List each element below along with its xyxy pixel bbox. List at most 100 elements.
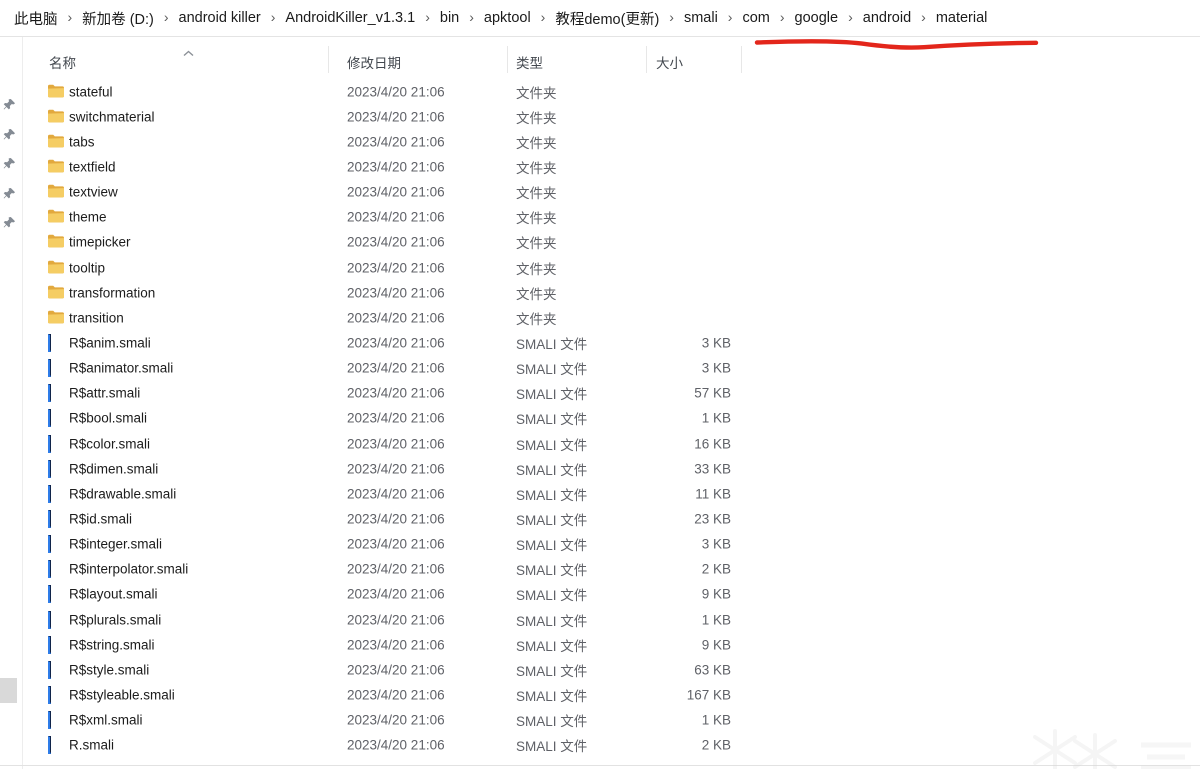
breadcrumb-chevron-icon: › <box>270 9 276 25</box>
smali-file-icon: IJ <box>48 535 64 554</box>
smali-file-icon: IJ <box>48 459 64 478</box>
file-row[interactable]: IJ R$dimen.smali 2023/4/20 21:06 SMALI 文… <box>23 456 783 481</box>
file-name: textview <box>69 184 118 200</box>
file-row[interactable]: IJ R$interpolator.smali 2023/4/20 21:06 … <box>23 557 783 582</box>
file-type: SMALI 文件 <box>516 563 588 579</box>
file-row[interactable]: IJ R$id.smali 2023/4/20 21:06 SMALI 文件 2… <box>23 506 783 531</box>
intellij-file-icon: IJ <box>48 610 62 629</box>
breadcrumb-item[interactable]: bin <box>436 7 463 29</box>
breadcrumb-item[interactable]: material <box>932 7 992 29</box>
file-row[interactable]: tabs 2023/4/20 21:06 文件夹 <box>23 129 783 154</box>
file-row[interactable]: IJ R$attr.smali 2023/4/20 21:06 SMALI 文件… <box>23 381 783 406</box>
file-name: R$dimen.smali <box>69 461 159 477</box>
folder-icon <box>48 209 64 225</box>
file-row[interactable]: transformation 2023/4/20 21:06 文件夹 <box>23 280 783 305</box>
file-row[interactable]: IJ R$plurals.smali 2023/4/20 21:06 SMALI… <box>23 607 783 632</box>
breadcrumb-item[interactable]: AndroidKiller_v1.3.1 <box>281 7 419 29</box>
file-row[interactable]: tooltip 2023/4/20 21:06 文件夹 <box>23 255 783 280</box>
file-name: transition <box>69 310 124 326</box>
column-header-name[interactable]: 名称 <box>49 52 76 72</box>
file-date-modified: 2023/4/20 21:06 <box>347 687 445 703</box>
file-type: SMALI 文件 <box>516 538 588 554</box>
breadcrumb-item[interactable]: 此电脑 <box>10 5 62 32</box>
column-header-size[interactable]: 大小 <box>656 52 683 72</box>
smali-file-icon: IJ <box>48 384 64 403</box>
column-header-modified[interactable]: 修改日期 <box>347 52 401 72</box>
file-row[interactable]: textview 2023/4/20 21:06 文件夹 <box>23 180 783 205</box>
breadcrumb-item[interactable]: google <box>791 7 843 29</box>
smali-file-icon: IJ <box>48 484 64 503</box>
column-divider[interactable] <box>328 46 329 73</box>
breadcrumb: 此电脑 › 新加卷 (D:) › android killer › AndroidKille… <box>0 0 1200 37</box>
file-row[interactable]: IJ R$styleable.smali 2023/4/20 21:06 SMA… <box>23 682 783 707</box>
file-row[interactable]: theme 2023/4/20 21:06 文件夹 <box>23 205 783 230</box>
smali-file-icon: IJ <box>48 660 64 679</box>
file-row[interactable]: IJ R$bool.smali 2023/4/20 21:06 SMALI 文件… <box>23 406 783 431</box>
folder-icon <box>48 310 64 326</box>
file-explorer-window: 此电脑 › 新加卷 (D:) › android killer › AndroidKille… <box>0 0 1200 769</box>
file-row[interactable]: IJ R$xml.smali 2023/4/20 21:06 SMALI 文件 … <box>23 708 783 733</box>
breadcrumb-item[interactable]: android <box>859 7 915 29</box>
file-row[interactable]: IJ R$layout.smali 2023/4/20 21:06 SMALI … <box>23 582 783 607</box>
file-row[interactable]: stateful 2023/4/20 21:06 文件夹 <box>23 79 783 104</box>
breadcrumb-chevron-icon: › <box>848 9 853 25</box>
file-type: SMALI 文件 <box>516 688 588 704</box>
breadcrumb-item[interactable]: smali <box>680 7 722 29</box>
breadcrumb-chevron-icon: › <box>469 9 474 25</box>
file-size: 3 KB <box>701 360 731 376</box>
file-name: R$attr.smali <box>69 385 141 401</box>
file-name: R$integer.smali <box>69 536 163 552</box>
file-size: 167 KB <box>686 687 731 703</box>
column-divider[interactable] <box>741 46 742 73</box>
pushpin-icon[interactable] <box>3 128 17 142</box>
breadcrumb-item[interactable]: 教程demo(更新) <box>551 5 663 32</box>
pushpin-icon[interactable] <box>3 216 17 230</box>
file-row[interactable]: IJ R$color.smali 2023/4/20 21:06 SMALI 文… <box>23 431 783 456</box>
folder-icon <box>48 84 64 100</box>
breadcrumb-item[interactable]: apktool <box>480 7 535 29</box>
pushpin-icon[interactable] <box>3 98 17 112</box>
pushpin-icon[interactable] <box>3 187 17 201</box>
smali-file-icon: IJ <box>48 711 64 730</box>
file-row[interactable]: IJ R$drawable.smali 2023/4/20 21:06 SMAL… <box>23 481 783 506</box>
breadcrumb-item[interactable]: 新加卷 (D:) <box>78 5 158 32</box>
intellij-file-icon: IJ <box>48 333 62 352</box>
file-type: SMALI 文件 <box>516 613 588 629</box>
column-divider[interactable] <box>507 46 508 73</box>
smali-file-icon: IJ <box>48 610 64 629</box>
file-date-modified: 2023/4/20 21:06 <box>347 385 445 401</box>
intellij-file-icon: IJ <box>48 359 62 378</box>
pushpin-icon[interactable] <box>3 157 17 171</box>
file-row[interactable]: transition 2023/4/20 21:06 文件夹 <box>23 305 783 330</box>
file-name: transformation <box>69 285 156 301</box>
smali-file-icon: IJ <box>48 736 64 755</box>
chevron-up-icon[interactable] <box>183 45 194 60</box>
folder-icon <box>48 234 64 250</box>
file-date-modified: 2023/4/20 21:06 <box>347 234 445 250</box>
file-row[interactable]: timepicker 2023/4/20 21:06 文件夹 <box>23 230 783 255</box>
file-date-modified: 2023/4/20 21:06 <box>347 84 445 100</box>
file-size: 23 KB <box>694 511 731 527</box>
file-row[interactable]: IJ R$animator.smali 2023/4/20 21:06 SMAL… <box>23 356 783 381</box>
column-divider[interactable] <box>646 46 647 73</box>
file-row[interactable]: IJ R$style.smali 2023/4/20 21:06 SMALI 文… <box>23 657 783 682</box>
file-type: SMALI 文件 <box>516 412 588 428</box>
file-type: SMALI 文件 <box>516 638 588 654</box>
file-row[interactable]: IJ R$integer.smali 2023/4/20 21:06 SMALI… <box>23 532 783 557</box>
column-header-type[interactable]: 类型 <box>516 52 543 72</box>
file-name: R$id.smali <box>69 511 133 527</box>
file-date-modified: 2023/4/20 21:06 <box>347 184 445 200</box>
file-row[interactable]: switchmaterial 2023/4/20 21:06 文件夹 <box>23 104 783 129</box>
file-row[interactable]: IJ R$string.smali 2023/4/20 21:06 SMALI … <box>23 632 783 657</box>
breadcrumb-item[interactable]: com <box>738 7 773 29</box>
file-type: SMALI 文件 <box>516 588 588 604</box>
file-type: SMALI 文件 <box>516 714 588 730</box>
file-row[interactable]: IJ R.smali 2023/4/20 21:06 SMALI 文件 2 KB <box>23 733 783 758</box>
file-date-modified: 2023/4/20 21:06 <box>347 260 445 276</box>
nav-scrollbar-thumb[interactable] <box>0 678 17 703</box>
file-row[interactable]: IJ R$anim.smali 2023/4/20 21:06 SMALI 文件… <box>23 330 783 355</box>
breadcrumb-item[interactable]: android killer <box>175 7 265 29</box>
file-name: timepicker <box>69 234 131 250</box>
folder-icon <box>48 134 64 150</box>
file-row[interactable]: textfield 2023/4/20 21:06 文件夹 <box>23 154 783 179</box>
